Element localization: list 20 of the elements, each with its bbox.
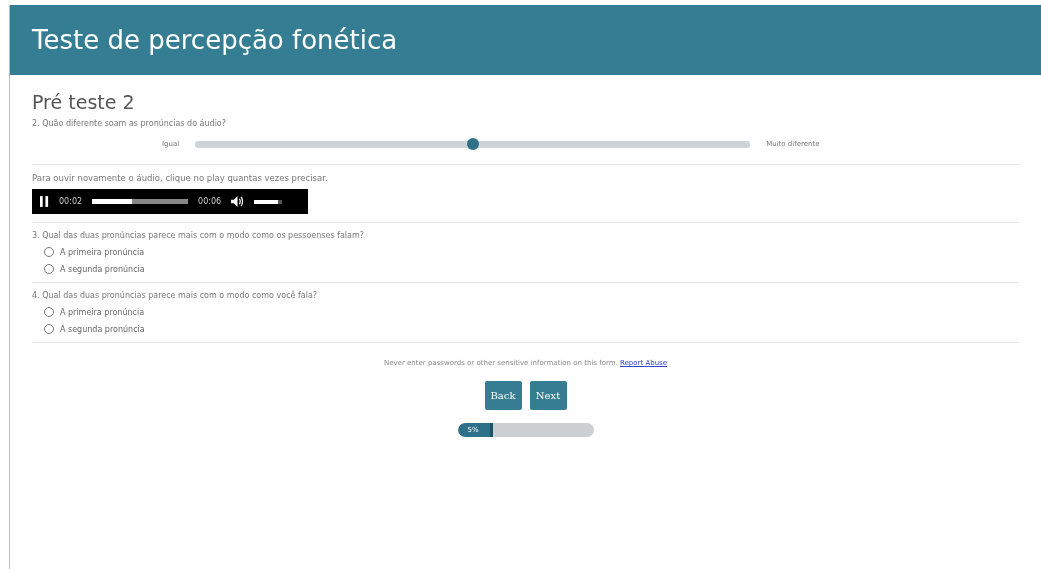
question-text: 3. Qual das duas pronúncias parece mais com o modo como os pessoenses falam? xyxy=(32,231,365,240)
volume-track[interactable] xyxy=(254,199,283,204)
current-time: 00:02 xyxy=(59,197,83,206)
audio-instruction: Para ouvir novamente o áudio, clique no play quantas vezes precisar. xyxy=(32,173,329,183)
option-label[interactable]: A segunda pronúncia xyxy=(60,264,145,274)
next-button[interactable]: Next xyxy=(529,381,567,410)
pause-icon[interactable] xyxy=(40,196,49,207)
audio-progress-track[interactable] xyxy=(92,199,189,204)
question-text: 4. Qual das duas pronúncias parece mais com o modo como você fala? xyxy=(32,291,319,300)
duration-time: 00:06 xyxy=(198,197,222,206)
speaker-icon[interactable] xyxy=(231,196,245,207)
page-title: Pré teste 2 xyxy=(32,91,136,113)
option-label[interactable]: A primeira pronúncia xyxy=(60,307,145,317)
question-text: 2. Quão diferente soam as pronúncias do áudio? xyxy=(32,119,227,128)
option-label[interactable]: A primeira pronúncia xyxy=(60,247,145,257)
slider-thumb[interactable] xyxy=(466,137,479,150)
form-title: Teste de percepção fonética xyxy=(32,25,398,55)
back-button[interactable]: Back xyxy=(484,381,522,410)
option-label[interactable]: A segunda pronúncia xyxy=(60,324,145,334)
slider-track[interactable] xyxy=(195,140,751,148)
